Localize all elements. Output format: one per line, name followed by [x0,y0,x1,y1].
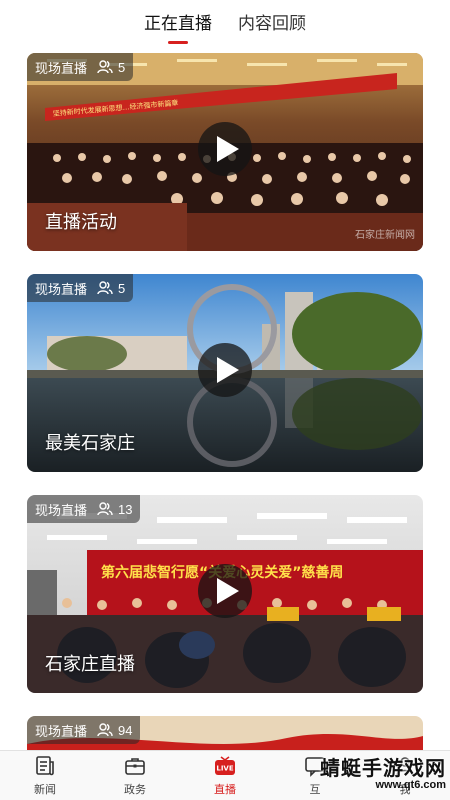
nav-item-news[interactable]: 新闻 [0,751,90,800]
live-badge: 现场直播 5 [27,53,134,81]
viewer-count-value: 13 [118,501,133,517]
live-badge: 现场直播 94 [27,716,141,744]
play-icon [216,136,239,162]
live-badge: 现场直播 13 [27,495,141,523]
card-title: 最美石家庄 [45,433,135,453]
live-card[interactable]: 现场直播 5 最美石家庄 [27,274,423,472]
viewers-icon [97,723,113,737]
newspaper-icon [36,756,54,776]
nav-item-government[interactable]: 政务 [90,751,180,800]
site-watermark-name: 蜻蜓手游戏网 [320,756,446,780]
live-card[interactable]: 坚持新时代发展新思想…经济强市新篇章 现场直播 5 直播活动 石家庄新闻网 [27,53,423,251]
card-title: 直播活动 [45,212,117,232]
viewers-icon [97,60,113,74]
live-tv-icon: LIVE [215,756,235,775]
play-button[interactable] [198,122,252,176]
live-badge-label: 现场直播 [35,723,88,739]
tab-content-review[interactable]: 内容回顾 [238,9,306,39]
viewer-count: 5 [97,281,125,296]
card-watermark: 石家庄新闻网 [355,230,415,241]
viewer-count-value: 5 [118,280,126,296]
top-tabs: 正在直播 内容回顾 [0,0,450,48]
play-button[interactable] [198,564,252,618]
play-icon [216,357,239,383]
nav-label: 新闻 [34,784,56,796]
live-card[interactable]: 第六届悲智行愿“关爱心灵关爱”慈善周 现场直播 13 石家庄直播 [27,495,423,693]
tab-live-now[interactable]: 正在直播 [144,9,212,39]
play-button[interactable] [198,343,252,397]
svg-text:LIVE: LIVE [216,765,233,773]
live-badge: 现场直播 5 [27,274,134,302]
briefcase-icon [125,758,145,775]
live-badge-label: 现场直播 [35,60,88,76]
live-badge-label: 现场直播 [35,281,88,297]
viewer-count: 5 [97,60,125,75]
viewer-count: 13 [97,502,132,517]
viewer-count: 94 [97,723,132,738]
viewers-icon [97,281,113,295]
site-watermark: 蜻蜓手游戏网 www.qt6.com [296,752,446,798]
nav-item-live[interactable]: LIVE 直播 [180,751,270,800]
play-icon [216,578,239,604]
card-title: 石家庄直播 [45,654,135,674]
nav-label: 直播 [214,784,236,796]
viewer-count-value: 94 [118,722,133,738]
nav-label: 政务 [124,784,146,796]
viewers-icon [97,502,113,516]
live-badge-label: 现场直播 [35,502,88,518]
viewer-count-value: 5 [118,59,126,75]
